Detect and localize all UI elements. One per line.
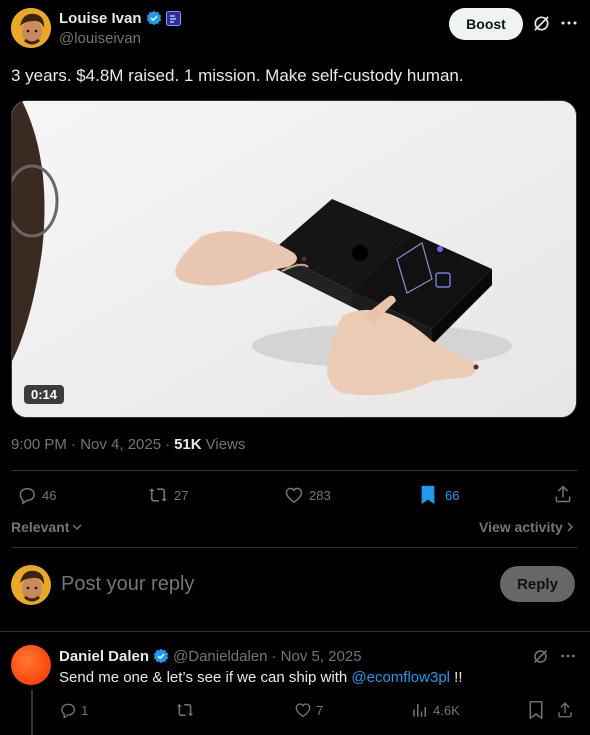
reply-icon xyxy=(59,701,77,719)
author-avatar[interactable] xyxy=(11,8,51,48)
post-video[interactable]: 0:14 xyxy=(11,100,577,418)
author-handle[interactable]: @louiseivan xyxy=(59,30,141,47)
repost-icon[interactable] xyxy=(175,701,195,719)
post-meta: 9:00 PM · Nov 4, 2025 · 51K Views xyxy=(11,436,245,453)
views-icon xyxy=(411,701,429,719)
meta-separator: · xyxy=(165,436,171,453)
reply-author-avatar[interactable] xyxy=(11,645,51,685)
repost-icon xyxy=(147,485,169,505)
post-timestamp[interactable]: 9:00 PM · Nov 4, 2025 xyxy=(11,436,161,453)
verified-badge-icon xyxy=(146,10,162,26)
reply-action[interactable]: 46 xyxy=(17,484,56,506)
like-count: 283 xyxy=(309,487,331,503)
reply-like-count: 7 xyxy=(316,702,324,718)
reply-text-after: !! xyxy=(450,669,463,686)
views-count: 51K xyxy=(174,436,202,453)
repost-count: 27 xyxy=(174,487,189,503)
more-icon[interactable] xyxy=(560,648,576,664)
like-icon xyxy=(294,701,312,719)
reply-like-action[interactable]: 7 xyxy=(294,701,323,719)
reply-reply-action[interactable]: 1 xyxy=(59,701,88,719)
divider xyxy=(0,631,590,632)
view-activity-link[interactable]: View activity xyxy=(479,519,575,535)
composer-avatar[interactable] xyxy=(11,565,51,605)
thread-line xyxy=(31,690,33,735)
divider xyxy=(11,547,578,548)
bookmark-action[interactable]: 66 xyxy=(419,484,459,506)
relevance-filter[interactable]: Relevant xyxy=(11,519,83,535)
share-icon[interactable] xyxy=(553,484,573,504)
chevron-down-icon xyxy=(71,521,83,533)
grok-icon[interactable] xyxy=(532,648,549,665)
grok-icon[interactable] xyxy=(532,14,551,33)
reply-views-count: 4.6K xyxy=(433,702,460,718)
reply-author-handle[interactable]: @Danieldalen xyxy=(173,648,267,665)
boost-button[interactable]: Boost xyxy=(449,8,523,40)
verified-badge-icon xyxy=(153,648,169,664)
more-icon[interactable] xyxy=(560,14,578,32)
reply-mention-link[interactable]: @ecomflow3pl xyxy=(351,669,450,686)
views-label: Views xyxy=(205,436,246,453)
reply-reply-count: 1 xyxy=(81,702,89,718)
reply-views-action[interactable]: 4.6K xyxy=(411,701,460,719)
bookmark-icon xyxy=(419,485,437,505)
repost-action[interactable]: 27 xyxy=(147,484,188,506)
video-duration-badge: 0:14 xyxy=(24,385,65,404)
like-action[interactable]: 283 xyxy=(284,484,331,506)
reply-input[interactable]: Post your reply xyxy=(61,573,194,596)
reply-date[interactable]: · Nov 5, 2025 xyxy=(271,648,361,665)
affiliate-badge-icon[interactable] xyxy=(165,10,181,26)
reply-text: Send me one & let’s see if we can ship w… xyxy=(59,669,463,686)
chevron-right-icon xyxy=(565,521,575,533)
reply-count: 46 xyxy=(42,487,57,503)
share-icon[interactable] xyxy=(556,701,574,719)
divider xyxy=(11,470,578,471)
view-activity-label: View activity xyxy=(479,519,563,535)
reply-author-name[interactable]: Daniel Dalen xyxy=(59,648,149,665)
bookmark-icon[interactable] xyxy=(528,701,544,719)
like-icon xyxy=(284,485,304,505)
reply-text-before: Send me one & let’s see if we can ship w… xyxy=(59,669,352,686)
post-text: 3 years. $4.8M raised. 1 mission. Make s… xyxy=(11,66,464,85)
bookmark-count: 66 xyxy=(445,487,460,503)
filter-label: Relevant xyxy=(11,519,70,535)
reply-header: Daniel Dalen @Danieldalen · Nov 5, 2025 xyxy=(59,647,362,665)
author-name-row: Louise Ivan xyxy=(59,9,181,27)
reply-icon xyxy=(17,485,37,505)
author-name[interactable]: Louise Ivan xyxy=(59,10,142,27)
reply-submit-button[interactable]: Reply xyxy=(500,566,575,602)
video-frame xyxy=(12,101,576,417)
